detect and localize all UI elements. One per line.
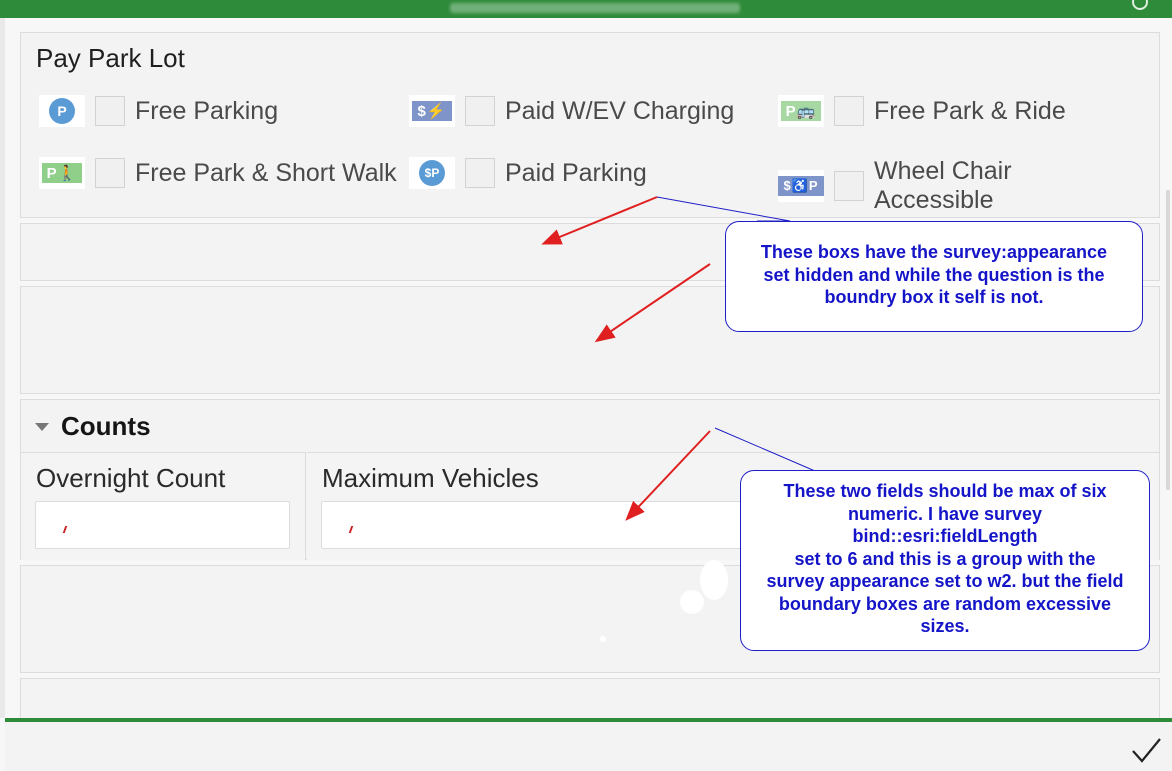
scrollbar[interactable] [1166,190,1170,490]
group-title: Counts [61,411,151,441]
paid-ev-charging-icon: $⚡ [412,101,452,121]
option-free-park-ride[interactable]: P🚌 Free Park & Ride [778,95,1066,127]
smudge [680,590,704,614]
checkbox[interactable] [834,171,864,201]
free-park-walk-icon: P🚶 [41,163,83,183]
option-label: Paid W/EV Charging [505,97,735,125]
option-label: Free Parking [135,97,279,125]
option-free-parking[interactable]: P Free Parking [39,95,278,127]
option-wheel-chair-accessible[interactable]: $♿P Wheel Chair Accessible [778,157,1054,215]
wheelchair-accessible-icon: $♿P [778,176,824,196]
paid-parking-icon: $P [419,160,445,186]
overnight-count-input[interactable] [35,501,290,549]
option-label: Wheel Chair Accessible [874,157,1012,214]
option-free-park-short-walk[interactable]: P🚶 Free Park & Short Walk [39,157,397,189]
option-paid-parking[interactable]: $P Paid Parking [409,157,647,189]
pay-park-lot-question: Pay Park Lot P Free Parking $⚡ Paid W/EV… [20,32,1160,218]
question-title: Pay Park Lot [36,43,185,73]
required-mark [62,526,68,533]
search-icon[interactable] [1132,0,1148,10]
option-label: Free Park & Short Walk [135,159,397,187]
footer-bar [5,718,1172,771]
app-header [0,0,1172,18]
blurred-title [450,3,740,13]
overnight-count-question: Overnight Count [21,452,306,560]
annotation-callout-1: These boxs have the survey:appearance se… [725,221,1143,332]
smudge [600,636,606,642]
checkmark-icon[interactable] [1130,734,1162,766]
option-paid-ev-charging[interactable]: $⚡ Paid W/EV Charging [409,95,734,127]
annotation-callout-2: These two fields should be max of six nu… [740,470,1150,651]
maximum-vehicles-input[interactable] [321,501,741,549]
free-parking-icon: P [49,98,75,124]
free-park-ride-icon: P🚌 [780,101,822,121]
checkbox[interactable] [834,96,864,126]
checkbox[interactable] [465,96,495,126]
checkbox[interactable] [95,158,125,188]
smudge [700,560,728,600]
option-label: Paid Parking [505,159,647,187]
required-mark [348,526,354,533]
checkbox[interactable] [95,96,125,126]
group-header[interactable]: Counts [35,411,151,442]
checkbox[interactable] [465,158,495,188]
caret-down-icon[interactable] [35,422,49,431]
field-label: Maximum Vehicles [322,463,539,493]
left-gutter [0,18,5,718]
option-label: Free Park & Ride [874,97,1066,125]
field-label: Overnight Count [36,463,226,493]
